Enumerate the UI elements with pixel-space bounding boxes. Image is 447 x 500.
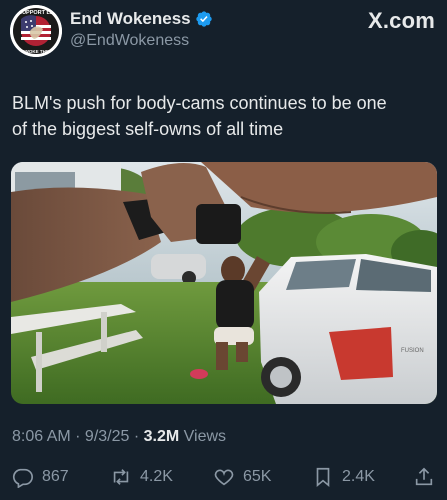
site-brand: X.com [367,8,435,33]
bookmark-button[interactable]: 2.4K [312,466,375,488]
author-name-label: End Wokeness [70,9,191,28]
like-count: 65K [243,468,272,485]
repost-count: 4.2K [140,468,173,485]
repost-icon [113,469,129,485]
tweet-text-line: of the biggest self-owns of all time [12,119,284,139]
share-icon [415,467,433,486]
meta-separator: · [129,428,144,445]
avatar[interactable]: SUPPORT LE ENDWOKE THINGS [10,5,62,57]
author-name[interactable]: End Wokeness [70,9,213,29]
tweet-time[interactable]: 8:06 AM [12,428,71,445]
verified-badge-icon [195,11,212,27]
support-patch-avatar-icon: SUPPORT LE ENDWOKE THINGS [10,5,62,57]
action-bar: 867 4.2K 65K 2.4K [0,466,447,494]
tweet-meta: 8:06 AM · 9/3/25 · 3.2M Views [12,428,226,446]
avatar-top-text: SUPPORT LE [18,10,53,16]
reply-button[interactable]: 867 [12,466,69,488]
bookmark-icon [316,467,330,488]
bodycam-video-frame-icon: FUSION [11,162,437,404]
author-handle[interactable]: @EndWokeness [70,32,189,50]
share-button[interactable] [413,466,435,488]
reply-count: 867 [42,468,69,485]
heart-icon [214,469,234,486]
tweet-media[interactable]: FUSION [11,162,437,404]
tweet-text-line: BLM's push for body-cams continues to be… [12,93,387,113]
reply-icon [12,468,33,488]
tweet-text: BLM's push for body-cams continues to be… [12,90,432,142]
bookmark-count: 2.4K [342,468,375,485]
views-label: Views [183,428,227,445]
like-button[interactable]: 65K [213,466,271,488]
car-badge: FUSION [401,348,424,354]
views-count: 3.2M [143,428,180,445]
repost-button[interactable]: 4.2K [110,466,173,488]
meta-separator: · [70,428,85,445]
avatar-bottom-text: ENDWOKE THINGS [15,49,57,54]
tweet-card: SUPPORT LE ENDWOKE THINGS End Wokeness @… [0,0,447,500]
tweet-date[interactable]: 9/3/25 [85,428,129,445]
